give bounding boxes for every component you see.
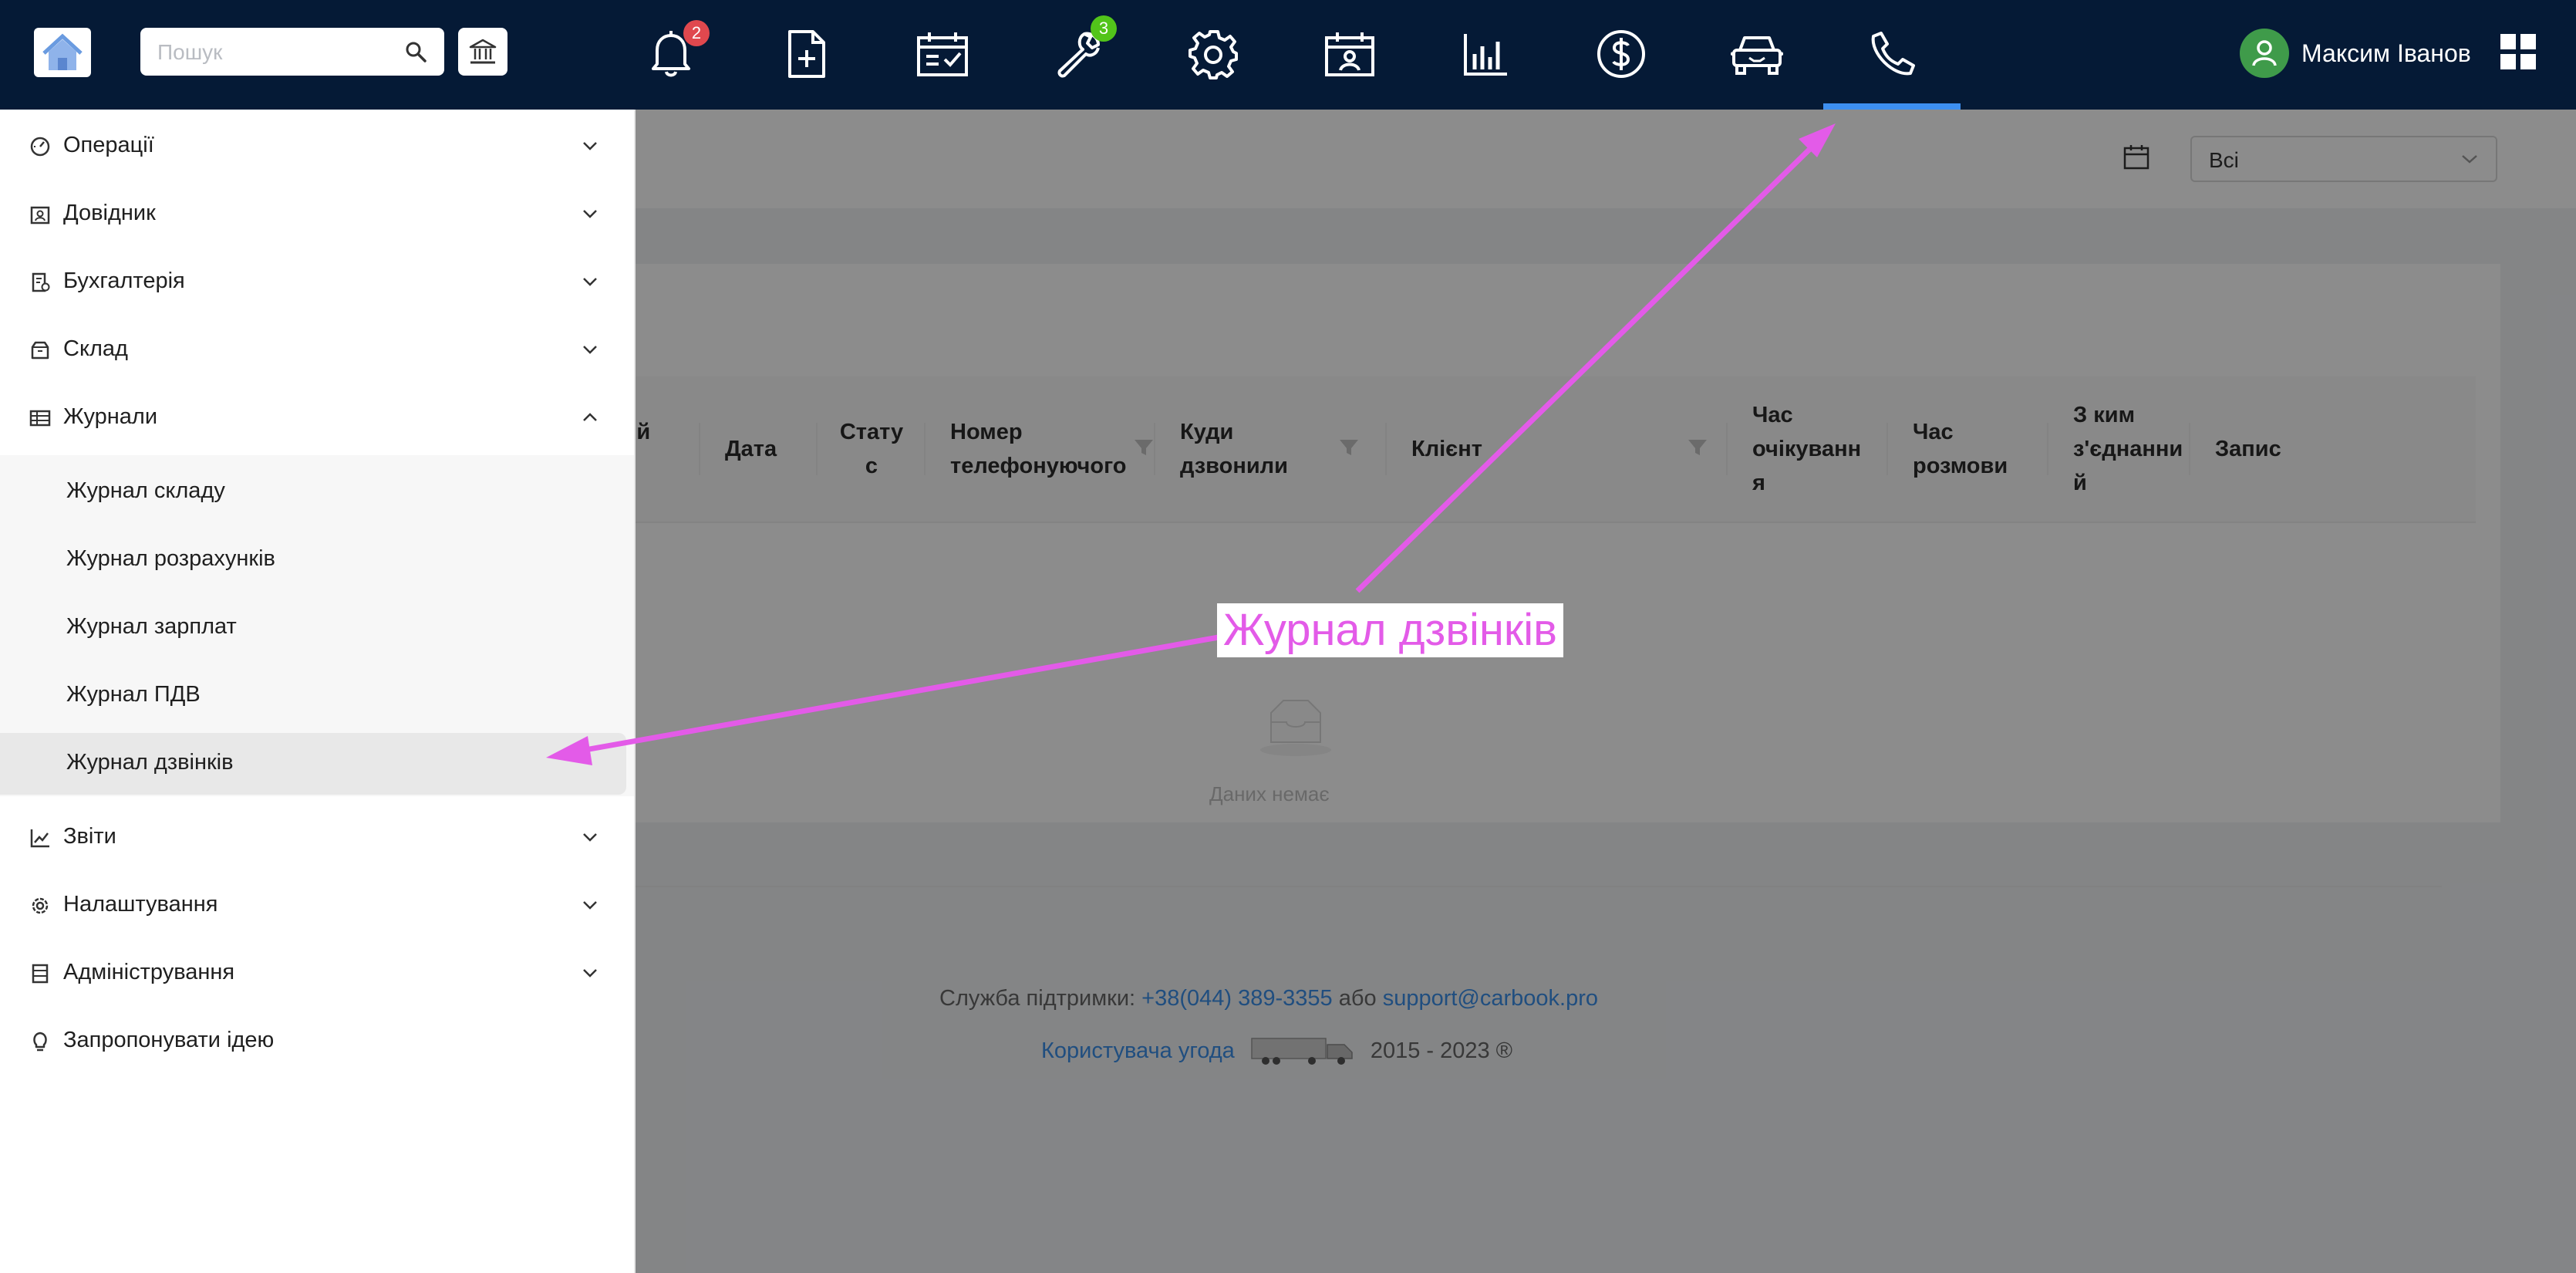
tasks-badge: 3 bbox=[1091, 15, 1117, 42]
sidebar-item-reports[interactable]: Звіти bbox=[0, 804, 634, 872]
sidebar-subitem-settlements-journal[interactable]: Журнал розрахунків bbox=[0, 529, 626, 591]
chevron-down-icon bbox=[583, 833, 597, 842]
chevron-down-icon bbox=[583, 278, 597, 286]
sidebar-menu: Операції Довідник Бухгалтерія Склад Журн… bbox=[0, 110, 636, 1273]
sidebar-item-operations[interactable]: Операції bbox=[0, 113, 634, 181]
calendar-check-icon bbox=[917, 32, 968, 76]
sidebar-item-label: Налаштування bbox=[63, 892, 218, 917]
add-document-icon bbox=[788, 30, 825, 78]
phone-icon bbox=[1871, 32, 1915, 76]
sidebar-item-label: Довідник bbox=[63, 201, 156, 225]
annotation-label: Журнал дзвінків bbox=[1217, 603, 1563, 657]
chevron-down-icon bbox=[583, 969, 597, 978]
sidebar-item-label: Журнали bbox=[63, 404, 158, 429]
gear-icon bbox=[1189, 30, 1238, 79]
sidebar-item-label: Склад bbox=[63, 336, 128, 361]
bar-chart-icon bbox=[1464, 34, 1507, 76]
accounting-icon bbox=[32, 272, 50, 292]
chevron-up-icon bbox=[583, 413, 597, 421]
gauge-icon bbox=[30, 137, 50, 157]
sidebar-item-settings[interactable]: Налаштування bbox=[0, 872, 634, 940]
new-order-button[interactable] bbox=[770, 20, 844, 88]
sidebar-item-label: Звіти bbox=[63, 824, 116, 849]
vehicles-button[interactable] bbox=[1720, 20, 1794, 88]
repairs-button[interactable]: 3 bbox=[1041, 15, 1117, 88]
sidebar-item-accounting[interactable]: Бухгалтерія bbox=[0, 248, 634, 316]
chevron-down-icon bbox=[583, 346, 597, 354]
sidebar-item-administration[interactable]: Адміністрування bbox=[0, 940, 634, 1008]
box-icon bbox=[31, 341, 49, 360]
reports-button[interactable] bbox=[1448, 20, 1522, 88]
line-chart-icon bbox=[30, 829, 49, 848]
sidebar-item-label: Запропонувати ідею bbox=[63, 1028, 275, 1052]
cashbox-button[interactable] bbox=[458, 28, 507, 76]
notifications-button[interactable]: 2 bbox=[634, 20, 710, 88]
top-navigation-bar: 2 3 bbox=[0, 0, 2576, 110]
gear-icon bbox=[32, 897, 49, 914]
sidebar-item-journals[interactable]: Журнали bbox=[0, 384, 634, 452]
employee-schedule-button[interactable] bbox=[1313, 20, 1387, 88]
chevron-down-icon bbox=[583, 901, 597, 910]
search-icon[interactable] bbox=[404, 40, 427, 63]
sidebar-subitem-salary-journal[interactable]: Журнал зарплат bbox=[0, 597, 626, 659]
notifications-badge: 2 bbox=[683, 20, 710, 46]
sidebar-item-suggest-idea[interactable]: Запропонувати ідею bbox=[0, 1008, 634, 1075]
dollar-icon bbox=[1597, 30, 1645, 78]
bulb-icon bbox=[33, 1032, 47, 1052]
calendar-person-icon bbox=[1325, 32, 1374, 76]
sidebar-subitem-vat-journal[interactable]: Журнал ПДВ bbox=[0, 665, 626, 727]
car-icon bbox=[1731, 36, 1783, 75]
sidebar-item-label: Адміністрування bbox=[63, 960, 235, 984]
user-icon bbox=[2252, 40, 2277, 66]
sidebar-subitem-calls-journal[interactable]: Журнал дзвінків bbox=[0, 733, 626, 795]
chevron-down-icon bbox=[583, 142, 597, 150]
sidebar-item-directory[interactable]: Довідник bbox=[0, 181, 634, 248]
settings-button[interactable] bbox=[1177, 20, 1251, 88]
search-input[interactable] bbox=[156, 28, 390, 77]
home-icon bbox=[42, 33, 83, 70]
sidebar-subitem-warehouse-journal[interactable]: Журнал складу bbox=[0, 461, 626, 523]
sidebar-item-warehouse[interactable]: Склад bbox=[0, 316, 634, 384]
bank-icon bbox=[469, 39, 497, 64]
call-log-button[interactable] bbox=[1856, 20, 1930, 88]
table-icon bbox=[29, 410, 51, 427]
schedule-button[interactable] bbox=[905, 20, 979, 88]
user-name: Максим Іванов bbox=[2301, 39, 2471, 67]
sidebar-item-label: Операції bbox=[63, 133, 154, 157]
chevron-down-icon bbox=[583, 210, 597, 218]
active-nav-indicator bbox=[1823, 103, 1961, 110]
apps-grid-icon[interactable] bbox=[2499, 32, 2537, 71]
avatar bbox=[2240, 29, 2289, 78]
home-button[interactable] bbox=[34, 28, 91, 77]
user-menu[interactable]: Максим Іванов bbox=[2240, 28, 2471, 79]
payments-button[interactable] bbox=[1584, 20, 1658, 88]
contacts-icon bbox=[30, 206, 50, 225]
database-icon bbox=[32, 964, 49, 984]
sidebar-item-label: Бухгалтерія bbox=[63, 268, 185, 293]
search-box bbox=[140, 28, 444, 77]
